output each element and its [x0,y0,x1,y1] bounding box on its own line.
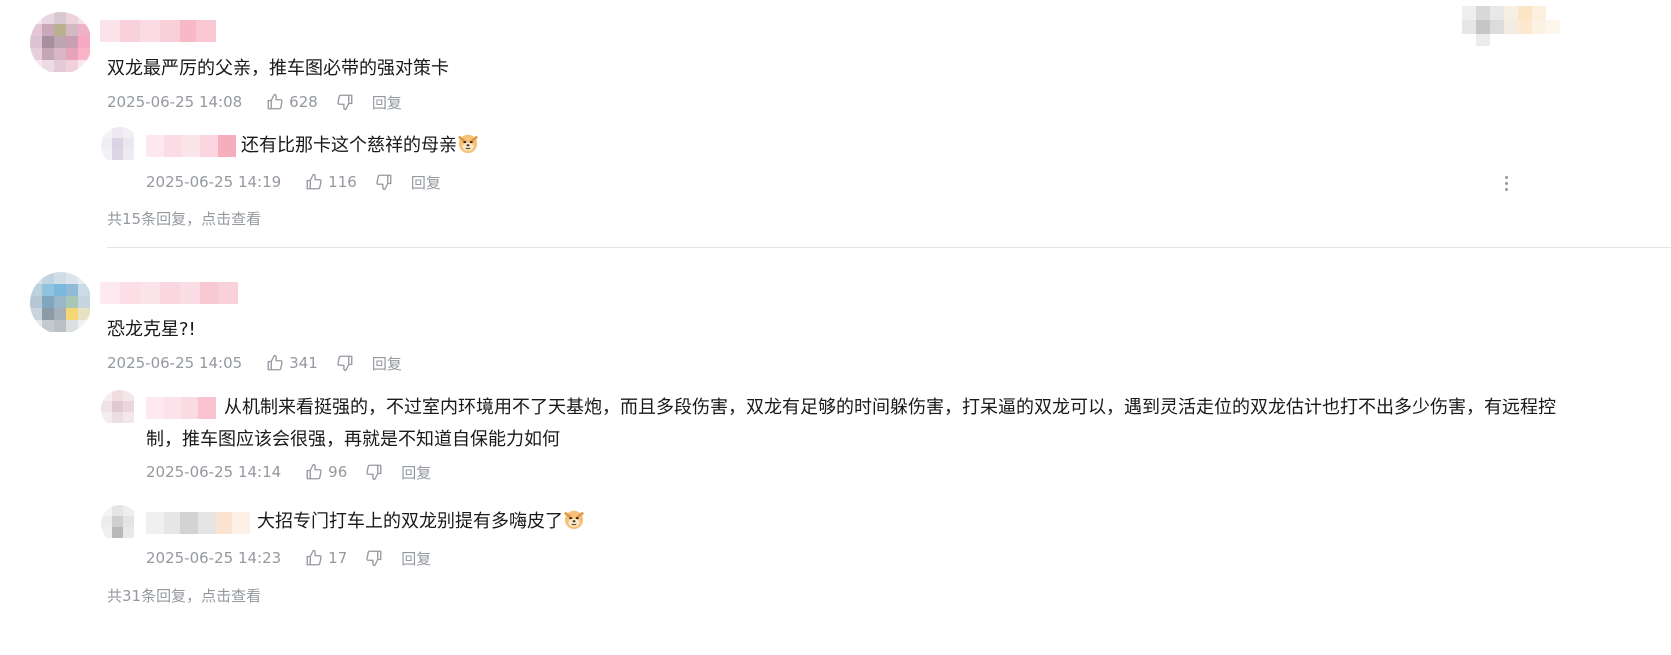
comment-content: 恐龙克星?! [107,319,196,340]
reply-button[interactable]: 回复 [401,548,431,569]
reply-time: 2025-06-25 14:23 [146,549,282,567]
thumbs-up-icon [306,173,322,190]
like-count: 628 [289,93,318,111]
view-more-replies[interactable]: 共15条回复，点击查看 [107,208,261,229]
dislike-button[interactable] [336,93,354,111]
like-button[interactable]: 628 [266,93,318,111]
reply-meta: 2025-06-25 14:23 17 回复 [146,547,431,569]
reply-content: 从机制来看挺强的，不过室内环境用不了天基炮，而且多段伤害，双龙有足够的时间躲伤害… [146,392,1566,456]
dislike-button[interactable] [365,463,383,481]
avatar[interactable] [101,505,139,543]
username-blurred[interactable] [146,135,236,157]
username-blurred[interactable] [100,20,216,42]
doge-emoji [458,134,478,154]
reply-text: 还有比那卡这个慈祥的母亲 [241,135,457,156]
thumbs-up-icon [306,463,322,480]
view-more-replies[interactable]: 共31条回复，点击查看 [107,585,261,606]
thumbs-up-icon [267,354,283,371]
doge-emoji [564,510,584,530]
like-button[interactable]: 116 [305,173,357,191]
thumbs-up-icon [267,93,283,110]
comment-meta: 2025-06-25 14:05 341 回复 [107,352,402,374]
avatar[interactable] [101,127,139,165]
thumbs-down-icon [337,355,353,372]
reply-button[interactable]: 回复 [411,172,441,193]
reply-meta: 2025-06-25 14:19 116 回复 [146,171,441,193]
avatar[interactable] [30,272,92,334]
reply-meta: 2025-06-25 14:14 96 回复 [146,461,431,483]
reply-content: 还有比那卡这个慈祥的母亲 [241,130,479,162]
thumbs-down-icon [366,464,382,481]
avatar[interactable] [101,390,139,428]
comment-time: 2025-06-25 14:08 [107,93,243,111]
comment-meta: 2025-06-25 14:08 628 回复 [107,91,402,113]
dislike-button[interactable] [336,354,354,372]
reply-button[interactable]: 回复 [372,92,402,113]
like-button[interactable]: 341 [266,354,318,372]
comment-content: 双龙最严厉的父亲，推车图必带的强对策卡 [107,58,449,79]
thumbs-down-icon [337,94,353,111]
reply-text: 从机制来看挺强的，不过室内环境用不了天基炮，而且多段伤害，双龙有足够的时间躲伤害… [146,397,1556,450]
thumbs-down-icon [366,550,382,567]
like-count: 17 [328,549,348,567]
avatar[interactable] [30,12,92,74]
like-count: 96 [328,463,348,481]
reply-content: 大招专门打车上的双龙别提有多嗨皮了 [257,506,585,538]
more-vertical-icon[interactable] [1504,176,1510,192]
like-count: 116 [328,173,357,191]
reply-button[interactable]: 回复 [372,353,402,374]
like-button[interactable]: 17 [305,549,347,567]
reply-time: 2025-06-25 14:14 [146,463,282,481]
top-right-avatar [1462,6,1562,46]
reply-button[interactable]: 回复 [401,462,431,483]
dislike-button[interactable] [375,173,393,191]
thumbs-down-icon [376,174,392,191]
divider [107,247,1671,248]
reply-time: 2025-06-25 14:19 [146,173,282,191]
like-button[interactable]: 96 [305,463,347,481]
username-blurred[interactable] [146,512,250,534]
reply-text: 大招专门打车上的双龙别提有多嗨皮了 [257,511,563,532]
like-count: 341 [289,354,318,372]
thumbs-up-icon [306,549,322,566]
username-blurred[interactable] [100,282,238,304]
comment-time: 2025-06-25 14:05 [107,354,243,372]
dislike-button[interactable] [365,549,383,567]
